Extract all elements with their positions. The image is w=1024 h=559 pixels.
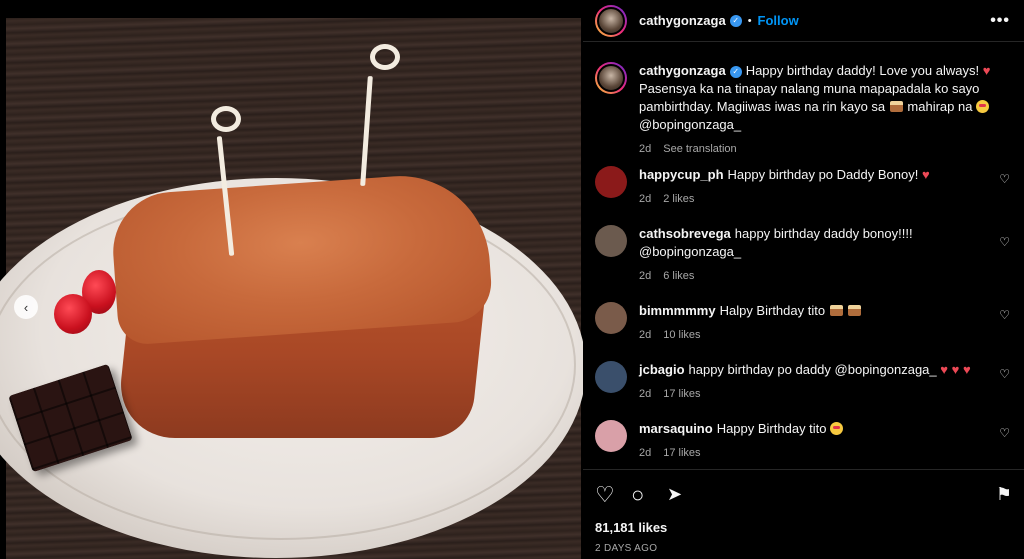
chevron-left-icon: ‹ bbox=[23, 299, 29, 315]
caption-meta: 2d See translation bbox=[639, 140, 999, 158]
avatar bbox=[597, 6, 625, 35]
comment-like-heart-icon[interactable]: ♡ bbox=[999, 367, 1010, 381]
comment-item: jcbagio happy birthday po daddy @bopingon… bbox=[595, 361, 1020, 403]
commenter-avatar[interactable] bbox=[595, 302, 627, 334]
comment-item: happycup_ph Happy birthday po Daddy Bonoy… bbox=[595, 166, 1020, 208]
comment-like-heart-icon[interactable]: ♡ bbox=[999, 235, 1010, 249]
comment-text: happy birthday po daddy bbox=[688, 362, 831, 377]
commenter-avatar[interactable] bbox=[595, 166, 627, 198]
verified-badge-icon: ✓ bbox=[729, 65, 742, 78]
comment-text: Halpy Birthday tito bbox=[719, 303, 826, 318]
comment-username[interactable]: jcbagio bbox=[639, 362, 685, 377]
candle-curl-left bbox=[211, 106, 241, 132]
follow-button[interactable]: Follow bbox=[758, 13, 799, 28]
previous-photo-button[interactable]: ‹ bbox=[14, 295, 38, 319]
avatar bbox=[597, 64, 625, 92]
heart-emoji-icon: ♥ ♥ ♥ bbox=[940, 362, 971, 377]
cake-emoji-icon bbox=[829, 305, 843, 316]
comment-text: Happy Birthday tito bbox=[716, 421, 827, 436]
comment-username[interactable]: happycup_ph bbox=[639, 167, 724, 182]
post-actions: ♡ ○ ➤ ⚑ 81,181 likes 2 DAYS AGO bbox=[583, 469, 1024, 559]
comment-text: happy birthday daddy bonoy!!!! bbox=[734, 226, 913, 241]
raspberry bbox=[54, 294, 92, 334]
comment-meta: 2d 6 likes bbox=[639, 267, 999, 285]
comment-text: Happy birthday po Daddy Bonoy! bbox=[727, 167, 919, 182]
comment-likes[interactable]: 17 likes bbox=[663, 447, 700, 459]
likes-count[interactable]: 81,181 likes bbox=[595, 520, 667, 535]
comment-likes[interactable]: 17 likes bbox=[663, 388, 700, 400]
comment-mention[interactable]: @bopingonzaga_ bbox=[639, 244, 741, 259]
comment-item: bimmmmmy Halpy Birthday tito 2d 10 likes ♡ bbox=[595, 302, 1020, 344]
post-date[interactable]: 2 DAYS AGO bbox=[595, 543, 657, 554]
comment-likes[interactable]: 6 likes bbox=[663, 270, 694, 282]
comment-username[interactable]: marsaquino bbox=[639, 421, 713, 436]
caption-time[interactable]: 2d bbox=[639, 143, 651, 155]
author-avatar-ring[interactable] bbox=[595, 4, 627, 37]
more-options-icon[interactable]: ••• bbox=[990, 12, 1010, 30]
commenter-avatar[interactable] bbox=[595, 361, 627, 393]
post-header: cathygonzaga ✓ • Follow ••• bbox=[583, 0, 1024, 42]
save-bookmark-icon[interactable]: ⚑ bbox=[996, 484, 1012, 505]
comment-time[interactable]: 2d bbox=[639, 329, 651, 341]
commenter-avatar[interactable] bbox=[595, 225, 627, 257]
comment-time[interactable]: 2d bbox=[639, 270, 651, 282]
separator-dot: • bbox=[747, 14, 752, 27]
comment-username[interactable]: bimmmmmy bbox=[639, 303, 716, 318]
comment-body: jcbagio happy birthday po daddy @bopingon… bbox=[639, 361, 999, 403]
comment-item: marsaquino Happy Birthday tito 2d 17 likes… bbox=[595, 420, 1020, 462]
comment-meta: 2d 17 likes bbox=[639, 385, 999, 403]
cake-emoji-icon bbox=[889, 101, 903, 112]
comment-likes[interactable]: 10 likes bbox=[663, 329, 700, 341]
comment-body: happycup_ph Happy birthday po Daddy Bonoy… bbox=[639, 166, 999, 208]
photo-image bbox=[0, 18, 585, 559]
heart-emoji-icon: ♥ bbox=[982, 63, 991, 78]
heart-emoji-icon: ♥ bbox=[921, 167, 930, 182]
cake-top bbox=[109, 170, 494, 346]
caption-mention[interactable]: @bopingonzaga_ bbox=[639, 117, 741, 132]
heart-eyes-emoji-icon bbox=[830, 422, 844, 435]
comment-time[interactable]: 2d bbox=[639, 193, 651, 205]
verified-badge-icon: ✓ bbox=[729, 14, 742, 27]
comment-meta: 2d 2 likes bbox=[639, 190, 999, 208]
candle-curl-right bbox=[370, 44, 400, 70]
caption-avatar-ring[interactable] bbox=[595, 62, 627, 94]
see-translation-link[interactable]: See translation bbox=[663, 143, 736, 155]
post-panel: cathygonzaga ✓ • Follow ••• cathygonzaga… bbox=[583, 0, 1024, 559]
comment-meta: 2d 10 likes bbox=[639, 326, 999, 344]
comment-like-heart-icon[interactable]: ♡ bbox=[999, 308, 1010, 322]
like-heart-icon[interactable]: ♡ bbox=[595, 482, 615, 508]
candle-stick-right bbox=[360, 75, 373, 187]
comment-like-heart-icon[interactable]: ♡ bbox=[999, 426, 1010, 440]
comment-body: cathsobrevega happy birthday daddy bonoy!… bbox=[639, 225, 999, 285]
caption: cathygonzaga ✓ Happy birthday daddy! Love … bbox=[595, 62, 1020, 158]
comment-time[interactable]: 2d bbox=[639, 388, 651, 400]
comment-meta: 2d 17 likes bbox=[639, 444, 999, 462]
caption-body: cathygonzaga ✓ Happy birthday daddy! Love … bbox=[639, 62, 999, 158]
grin-emoji-icon bbox=[976, 100, 990, 113]
post-photo: ‹ bbox=[0, 0, 585, 559]
author-username[interactable]: cathygonzaga bbox=[639, 13, 726, 28]
comment-body: bimmmmmy Halpy Birthday tito 2d 10 likes bbox=[639, 302, 999, 344]
comment-body: marsaquino Happy Birthday tito 2d 17 likes bbox=[639, 420, 999, 462]
comment-item: cathsobrevega happy birthday daddy bonoy!… bbox=[595, 225, 1020, 285]
comment-likes[interactable]: 2 likes bbox=[663, 193, 694, 205]
cake-emoji-icon bbox=[848, 305, 862, 316]
comment-mention[interactable]: @bopingonzaga_ bbox=[835, 362, 937, 377]
comment-username[interactable]: cathsobrevega bbox=[639, 226, 731, 241]
comments-list[interactable]: cathygonzaga ✓ Happy birthday daddy! Love … bbox=[583, 50, 1024, 468]
caption-text-1: Happy birthday daddy! Love you always! bbox=[745, 63, 980, 78]
caption-text-3: mahirap na bbox=[907, 99, 973, 114]
commenter-avatar[interactable] bbox=[595, 420, 627, 452]
comment-like-heart-icon[interactable]: ♡ bbox=[999, 172, 1010, 186]
comment-bubble-icon[interactable]: ○ bbox=[631, 482, 644, 508]
caption-username[interactable]: cathygonzaga bbox=[639, 63, 726, 78]
share-send-icon[interactable]: ➤ bbox=[667, 484, 682, 505]
comment-time[interactable]: 2d bbox=[639, 447, 651, 459]
